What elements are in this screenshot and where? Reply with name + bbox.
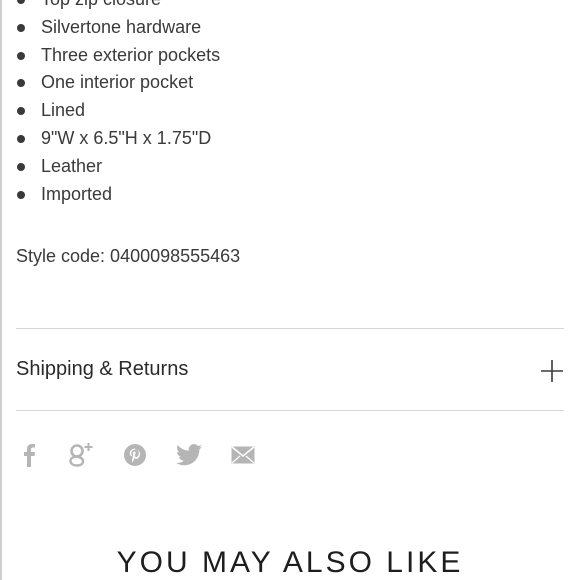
facebook-icon[interactable] [14, 438, 44, 472]
detail-text: One interior pocket [41, 72, 194, 93]
social-share-bar [14, 438, 274, 472]
bullet-dot-icon [17, 23, 25, 32]
bullet-dot-icon [17, 51, 25, 60]
google-plus-icon[interactable] [66, 438, 96, 472]
list-item: One interior pocket [16, 69, 556, 97]
you-may-also-like-heading: YOU MAY ALSO LIKE [116, 546, 464, 579]
detail-text: Three exterior pockets [41, 44, 221, 65]
list-item: 9"W x 6.5"H x 1.75"D [16, 125, 556, 153]
email-icon[interactable] [228, 438, 258, 472]
list-item: Imported [16, 181, 556, 209]
list-item: Lined [16, 97, 556, 125]
list-item: Leather [16, 153, 556, 181]
left-border [0, 0, 2, 580]
detail-text: Imported [41, 183, 113, 204]
detail-text: Silvertone hardware [41, 16, 202, 37]
detail-text: Lined [41, 100, 86, 121]
style-code: Style code: 0400098555463 [16, 246, 241, 266]
bullet-dot-icon [17, 107, 25, 116]
list-item: Top zip closure [16, 0, 556, 14]
list-item: Three exterior pockets [16, 42, 556, 70]
bullet-dot-icon [17, 79, 25, 88]
detail-text: Top zip closure [41, 0, 161, 9]
shipping-returns-accordion[interactable]: Shipping & Returns [16, 329, 564, 410]
pinterest-icon[interactable] [120, 438, 150, 472]
accordion-title: Shipping & Returns [16, 358, 189, 380]
plus-icon[interactable] [540, 359, 564, 383]
bullet-dot-icon [17, 0, 25, 4]
bullet-dot-icon [17, 134, 25, 143]
detail-text: Leather [41, 155, 103, 176]
detail-text: 9"W x 6.5"H x 1.75"D [41, 127, 212, 148]
bullet-dot-icon [17, 190, 25, 199]
list-item: Silvertone hardware [16, 14, 556, 42]
twitter-icon[interactable] [174, 438, 204, 472]
divider [16, 410, 564, 411]
product-details-list: Top zip closure Silvertone hardware Thre… [16, 0, 556, 208]
bullet-dot-icon [17, 162, 25, 171]
